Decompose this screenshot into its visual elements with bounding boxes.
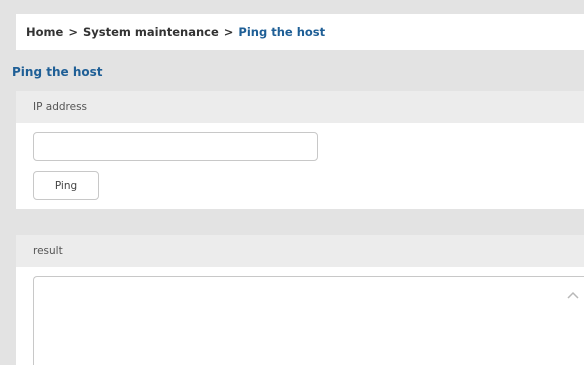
page: Home > System maintenance > Ping the hos… — [0, 0, 584, 365]
breadcrumb-separator: > — [68, 25, 78, 39]
result-textarea[interactable] — [33, 276, 584, 365]
breadcrumb-separator: > — [223, 25, 234, 39]
breadcrumb-current: Ping the host — [238, 25, 326, 39]
scroll-up-icon[interactable] — [567, 290, 579, 300]
page-title: Ping the host — [12, 65, 103, 79]
breadcrumb: Home > System maintenance > Ping the hos… — [16, 14, 584, 50]
breadcrumb-home[interactable]: Home — [26, 25, 63, 39]
breadcrumb-system-maintenance[interactable]: System maintenance — [83, 25, 219, 39]
ping-button[interactable]: Ping — [33, 171, 99, 200]
ip-address-section-header: IP address — [16, 91, 584, 123]
result-section-header: result — [16, 235, 584, 267]
ip-address-input[interactable] — [33, 132, 318, 161]
